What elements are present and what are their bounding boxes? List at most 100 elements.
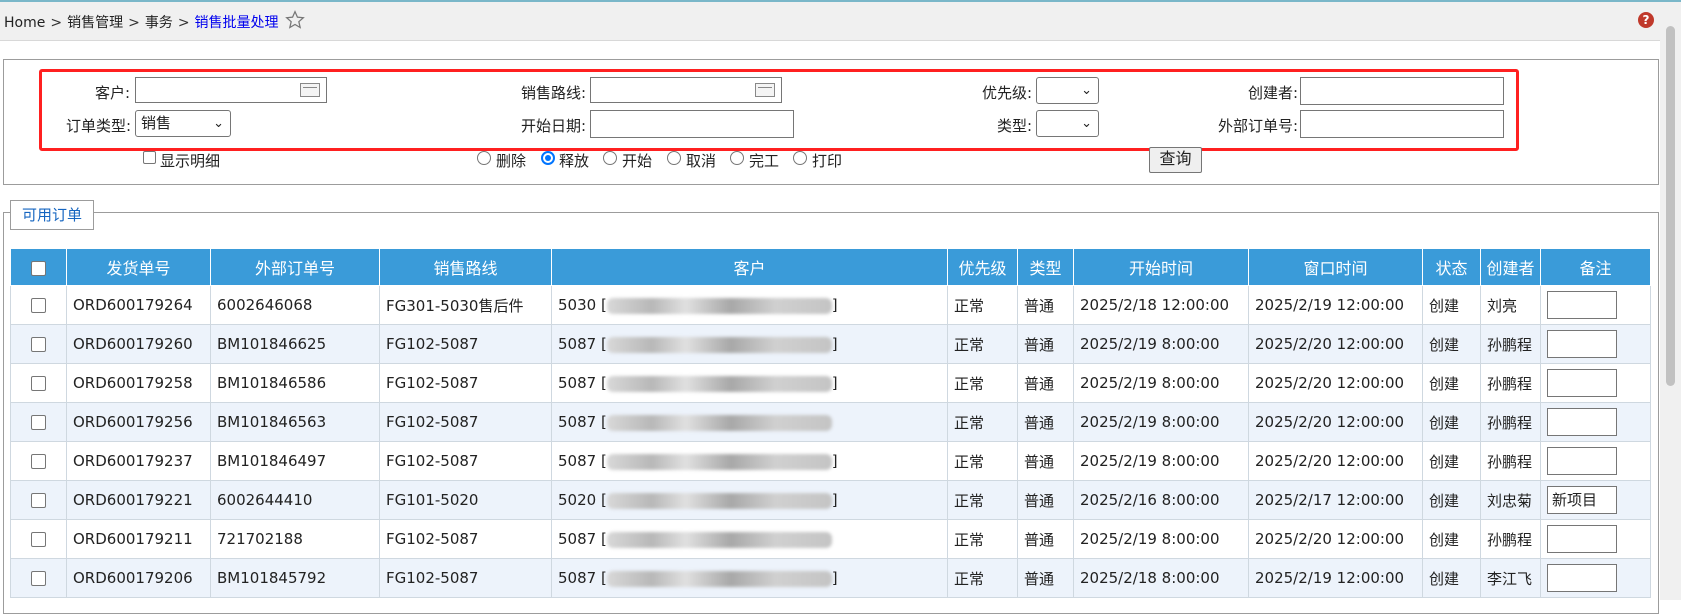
scrollbar-thumb[interactable] — [1666, 26, 1675, 386]
customer-label: 客户: — [94, 84, 130, 102]
sales-route-cell: FG301-5030售后件 — [379, 285, 552, 325]
customer-bracket: ] — [831, 296, 838, 314]
column-header[interactable]: 开始时间 — [1073, 248, 1249, 286]
row-checkbox[interactable] — [31, 454, 46, 469]
shipment-number-cell: ORD600179260 — [66, 324, 211, 364]
table-row[interactable]: ORD600179221 6002644410 FG101-5020 5020 [] 正… — [10, 480, 1651, 520]
breadcrumb-current-page[interactable]: 销售批量处理 — [195, 15, 279, 31]
row-checkbox[interactable] — [31, 376, 46, 391]
sales-route-cell: FG102-5087 — [379, 324, 552, 364]
note-cell — [1540, 441, 1651, 481]
customer-picker-icon[interactable] — [300, 83, 320, 97]
breadcrumb-separator: > — [177, 15, 190, 31]
note-input[interactable]: 新项目 — [1547, 486, 1617, 514]
external-order-input[interactable] — [1300, 110, 1504, 138]
row-select-cell — [10, 402, 67, 442]
start-time-cell: 2025/2/19 8:00:00 — [1073, 324, 1249, 364]
table-row[interactable]: ORD600179206 BM101845792 FG102-5087 5087 []… — [10, 558, 1651, 598]
tab-available-orders[interactable]: 可用订单 — [10, 200, 94, 230]
row-checkbox[interactable] — [31, 493, 46, 508]
customer-bracket: ] — [831, 374, 838, 392]
favorite-star-icon[interactable] — [285, 10, 305, 30]
table-row[interactable]: ORD600179260 BM101846625 FG102-5087 5087 []… — [10, 324, 1651, 364]
priority-cell: 正常 — [947, 285, 1018, 325]
column-header[interactable]: 发货单号 — [66, 248, 211, 286]
chevron-down-icon: ⌄ — [213, 116, 224, 131]
note-input[interactable] — [1547, 447, 1617, 475]
radio-start-label: 开始 — [622, 152, 653, 170]
row-select-cell — [10, 519, 67, 559]
radio-release[interactable] — [541, 151, 555, 165]
note-input[interactable] — [1547, 369, 1617, 397]
column-header[interactable]: 外部订单号 — [210, 248, 380, 286]
breadcrumb-home[interactable]: Home — [4, 15, 45, 31]
window-time-cell: 2025/2/20 12:00:00 — [1248, 402, 1423, 442]
sales-route-cell: FG102-5087 — [379, 558, 552, 598]
note-input[interactable] — [1547, 525, 1617, 553]
creator-label: 创建者: — [1247, 84, 1298, 102]
show-detail-checkbox[interactable] — [143, 151, 156, 164]
column-header[interactable]: 备注 — [1540, 248, 1651, 286]
priority-select[interactable]: ⌄ — [1036, 77, 1099, 104]
radio-start[interactable] — [603, 151, 617, 165]
table-row[interactable]: ORD600179256 BM101846563 FG102-5087 5087 [正… — [10, 402, 1651, 442]
row-checkbox[interactable] — [31, 337, 46, 352]
select-all-checkbox[interactable] — [31, 260, 46, 276]
column-header[interactable]: 创建者 — [1480, 248, 1541, 286]
sales-route-picker-icon[interactable] — [755, 83, 775, 97]
help-icon[interactable]: ? — [1638, 12, 1654, 28]
priority-cell: 正常 — [947, 363, 1018, 403]
row-select-cell — [10, 558, 67, 598]
sales-route-input[interactable] — [590, 77, 782, 103]
order-type-select[interactable]: 销售 ⌄ — [135, 110, 231, 137]
query-button[interactable]: 查询 — [1149, 147, 1202, 173]
note-input[interactable] — [1547, 330, 1617, 358]
start-date-input[interactable] — [590, 110, 794, 138]
row-checkbox[interactable] — [31, 532, 46, 547]
column-header[interactable]: 状态 — [1422, 248, 1481, 286]
table-row[interactable]: ORD600179211 721702188 FG102-5087 5087 [正常普… — [10, 519, 1651, 559]
start-time-cell: 2025/2/19 8:00:00 — [1073, 402, 1249, 442]
column-header[interactable]: 优先级 — [947, 248, 1018, 286]
breadcrumb-transactions[interactable]: 事务 — [145, 15, 173, 31]
customer-cell: 5030 [] — [551, 285, 948, 325]
column-header[interactable]: 销售路线 — [379, 248, 552, 286]
customer-code: 5087 [ — [558, 413, 607, 431]
vertical-scrollbar[interactable] — [1660, 2, 1681, 600]
note-cell — [1540, 363, 1651, 403]
type-select[interactable]: ⌄ — [1036, 110, 1099, 137]
radio-release-label: 释放 — [559, 152, 590, 170]
row-checkbox[interactable] — [31, 298, 46, 313]
note-input[interactable] — [1547, 291, 1617, 319]
radio-cancel[interactable] — [667, 151, 681, 165]
priority-label: 优先级: — [981, 84, 1032, 102]
note-input[interactable] — [1547, 408, 1617, 436]
row-checkbox[interactable] — [31, 571, 46, 586]
row-select-cell — [10, 324, 67, 364]
breadcrumb-sales-mgmt[interactable]: 销售管理 — [67, 15, 123, 31]
table-row[interactable]: ORD600179237 BM101846497 FG102-5087 5087 []… — [10, 441, 1651, 481]
column-header[interactable]: 类型 — [1017, 248, 1074, 286]
start-time-cell: 2025/2/16 8:00:00 — [1073, 480, 1249, 520]
customer-cell: 5087 [ — [551, 519, 948, 559]
creator-input[interactable] — [1300, 77, 1504, 105]
row-checkbox[interactable] — [31, 415, 46, 430]
shipment-number-cell: ORD600179221 — [66, 480, 211, 520]
table-row[interactable]: ORD600179264 6002646068 FG301-5030售后件 5030 … — [10, 285, 1651, 325]
radio-delete[interactable] — [477, 151, 491, 165]
chevron-down-icon: ⌄ — [1081, 116, 1092, 131]
column-header[interactable]: 窗口时间 — [1248, 248, 1423, 286]
start-time-cell: 2025/2/19 8:00:00 — [1073, 363, 1249, 403]
customer-bracket: ] — [831, 335, 838, 353]
customer-input[interactable] — [135, 77, 327, 103]
redacted-customer-name — [606, 531, 832, 548]
note-input[interactable] — [1547, 564, 1617, 592]
table-row[interactable]: ORD600179258 BM101846586 FG102-5087 5087 []… — [10, 363, 1651, 403]
window-time-cell: 2025/2/19 12:00:00 — [1248, 558, 1423, 598]
radio-print[interactable] — [793, 151, 807, 165]
customer-code: 5087 [ — [558, 452, 607, 470]
sales-route-cell: FG102-5087 — [379, 363, 552, 403]
radio-complete[interactable] — [730, 151, 744, 165]
column-header[interactable]: 客户 — [551, 248, 948, 286]
status-cell: 创建 — [1422, 480, 1481, 520]
